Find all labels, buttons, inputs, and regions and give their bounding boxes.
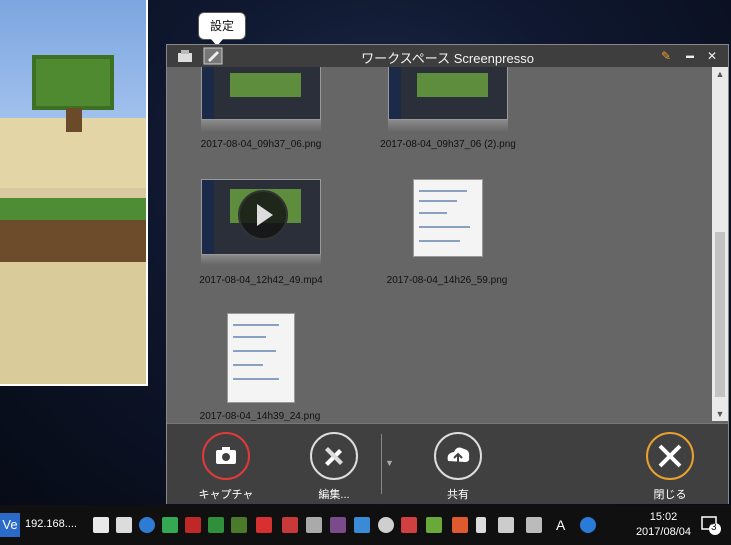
cloud-upload-icon [447, 447, 470, 464]
minecraft-sand-lower [0, 262, 146, 384]
minecraft-tree-leaves [32, 55, 114, 110]
edit-button[interactable]: 編集... [289, 432, 379, 502]
tray-share-icon[interactable] [354, 517, 370, 533]
tray-media-icon[interactable] [452, 517, 468, 533]
tray-drive-icon[interactable] [162, 517, 178, 533]
scroll-up-icon[interactable]: ▲ [712, 67, 728, 81]
file-preview [413, 179, 483, 257]
play-icon[interactable] [238, 190, 288, 240]
notification-count: 3 [711, 522, 717, 533]
file-name: 2017-08-04_14h39_24.png [199, 411, 321, 421]
tray-nvidia-icon[interactable] [426, 517, 442, 533]
taskbar: Ve 192.168.... A 15:02 2017/08/04 3 [0, 505, 731, 545]
window-title: ワークスペース Screenpresso [361, 51, 534, 66]
taskbar-clock[interactable]: 15:02 2017/08/04 [636, 510, 691, 540]
tray-pen-icon[interactable] [526, 517, 542, 533]
toolbar-separator [381, 434, 382, 494]
tray-edit-icon[interactable] [282, 517, 298, 533]
minecraft-tree-trunk [66, 108, 82, 132]
clock-date: 2017/08/04 [635, 526, 691, 538]
minimize-button[interactable]: ▬ [681, 47, 699, 65]
tray-lock-icon[interactable] [306, 517, 322, 533]
edit-ring [310, 432, 358, 480]
tray-app-icon[interactable] [231, 517, 247, 533]
tray-globe-icon[interactable] [580, 517, 596, 533]
tray-ruler-icon[interactable] [93, 517, 109, 533]
tray-speaker-icon[interactable] [401, 517, 417, 533]
file-preview [388, 67, 508, 120]
capture-ring [202, 432, 250, 480]
capture-button[interactable]: キャプチャ [181, 432, 271, 502]
close-label: 閉じる [653, 489, 687, 501]
thumbnail-grid: 2017-08-04_09h37_06.png 2017-08-04_09h37… [167, 67, 712, 421]
titlebar: ワークスペース Screenpresso ✎ ▬ ✕ [167, 45, 728, 67]
scrollbar-thumb[interactable] [715, 232, 725, 397]
settings-tooltip: 設定 [198, 12, 246, 46]
file-preview [201, 67, 321, 120]
edit-label: 編集... [318, 489, 350, 501]
minecraft-dirt [0, 220, 146, 264]
tray-mute-icon[interactable] [185, 517, 201, 533]
tray-shield-icon[interactable] [208, 517, 224, 533]
tray-code-icon[interactable] [330, 517, 346, 533]
taskbar-app-icon[interactable]: Ve [0, 513, 20, 537]
preview-reflection [201, 255, 321, 265]
tray-ime-icon[interactable]: A [556, 517, 572, 533]
file-preview [227, 313, 295, 403]
minecraft-grass [0, 198, 146, 220]
preview-reflection [388, 120, 508, 132]
file-name: 2017-08-04_14h26_59.png [386, 275, 508, 286]
vertical-scrollbar[interactable]: ▲ ▼ [712, 67, 728, 421]
file-name: 2017-08-04_09h37_06 (2).png [380, 139, 516, 150]
file-name: 2017-08-04_09h37_06.png [200, 139, 322, 150]
file-name: 2017-08-04_12h42_49.mp4 [199, 275, 323, 286]
close-ring [646, 432, 694, 480]
screenpresso-workspace-window: ワークスペース Screenpresso ✎ ▬ ✕ 2017-08-04_09… [166, 44, 729, 504]
dropdown-arrow-icon[interactable]: ▼ [385, 458, 394, 468]
preview-reflection [201, 120, 321, 132]
close-icon [658, 444, 682, 468]
tray-usb-icon[interactable] [476, 517, 486, 533]
share-button[interactable]: 共有 [413, 432, 503, 502]
taskbar-ip-label[interactable]: 192.168.... [25, 518, 77, 530]
close-window-button[interactable]: ✕ [703, 47, 721, 65]
pin-icon[interactable]: ✎ [657, 47, 675, 65]
action-toolbar: キャプチャ 編集... ▼ 共有 閉じる [167, 423, 728, 504]
clock-time: 15:02 [649, 511, 678, 523]
close-button[interactable]: 閉じる [625, 432, 715, 502]
share-label: 共有 [447, 489, 469, 501]
tray-cloud-icon[interactable] [378, 517, 394, 533]
pencil-ruler-icon [325, 447, 343, 466]
tray-tool-icon[interactable] [116, 517, 132, 533]
tray-display-icon[interactable] [498, 517, 514, 533]
camera-icon [216, 447, 236, 464]
scroll-down-icon[interactable]: ▼ [712, 407, 728, 421]
tray-network-icon[interactable] [139, 517, 155, 533]
action-center-icon[interactable]: 3 [701, 515, 721, 535]
minecraft-window[interactable] [0, 0, 148, 386]
file-preview [201, 179, 321, 255]
tray-capture-icon[interactable] [256, 517, 272, 533]
share-ring [434, 432, 482, 480]
capture-label: キャプチャ [198, 489, 254, 501]
